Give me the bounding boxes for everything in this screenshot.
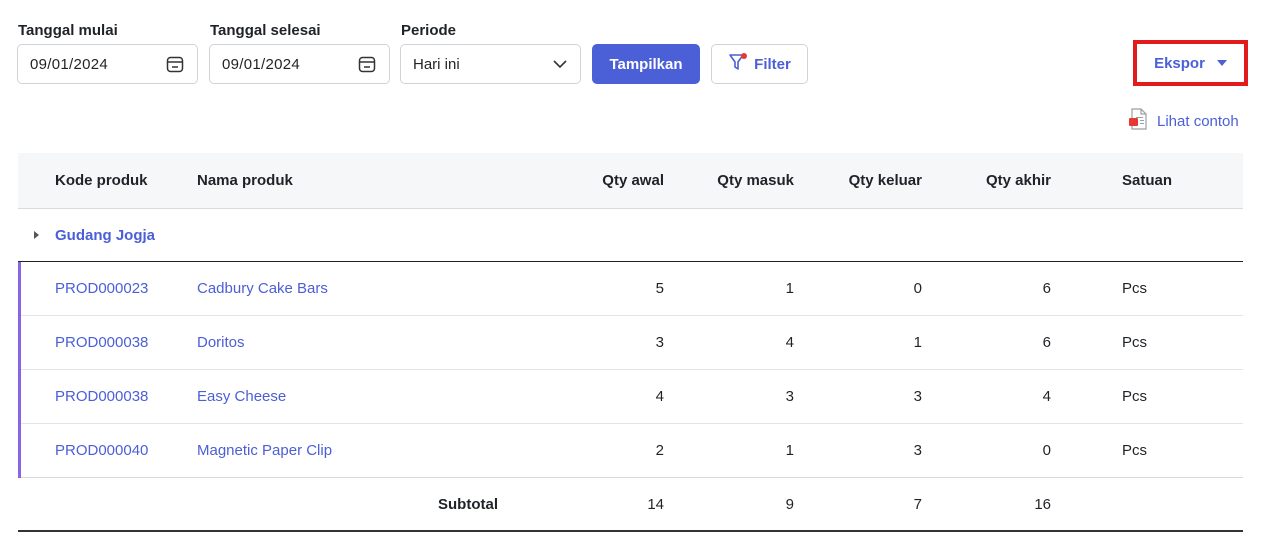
unit: Pcs (1122, 442, 1148, 459)
show-button[interactable]: Tampilkan (592, 44, 700, 84)
header-qty-in: Qty masuk (717, 172, 794, 189)
table-row: PROD000023 Cadbury Cake Bars 5 1 0 6 Pcs (21, 262, 1243, 316)
qty-start: 2 (655, 442, 664, 459)
filter-icon (728, 52, 748, 76)
stock-table: Kode produk Nama produk Qty awal Qty mas… (18, 153, 1243, 532)
table-header: Kode produk Nama produk Qty awal Qty mas… (18, 153, 1243, 209)
sample-link-label: Lihat contoh (1157, 112, 1239, 130)
header-name: Nama produk (197, 172, 293, 189)
product-name-link[interactable]: Doritos (197, 316, 245, 369)
qty-start: 5 (655, 280, 664, 297)
subtotal-qty-start: 14 (647, 495, 664, 513)
export-button[interactable]: Ekspor (1133, 40, 1248, 86)
chevron-down-icon (552, 56, 568, 73)
period-label: Periode (401, 22, 457, 39)
end-date-input[interactable]: 09/01/2024 (209, 44, 390, 84)
qty-out: 3 (913, 442, 922, 459)
period-select[interactable]: Hari ini (400, 44, 581, 84)
group-row[interactable]: Gudang Jogja (18, 209, 1243, 262)
sample-link[interactable]: Lihat contoh (1128, 108, 1239, 134)
table-row: PROD000038 Easy Cheese 4 3 3 4 Pcs (21, 370, 1243, 424)
subtotal-label: Subtotal (438, 495, 498, 513)
filter-button-label: Filter (754, 55, 791, 73)
calendar-icon[interactable] (165, 54, 185, 74)
qty-start: 3 (655, 334, 664, 351)
unit: Pcs (1122, 334, 1148, 351)
unit: Pcs (1122, 280, 1148, 297)
product-name-link[interactable]: Easy Cheese (197, 370, 286, 423)
start-date-label: Tanggal mulai (18, 22, 118, 39)
product-code-link[interactable]: PROD000040 (55, 424, 148, 477)
subtotal-row: Subtotal 14 9 7 16 (18, 478, 1243, 532)
header-qty-out: Qty keluar (848, 172, 922, 189)
qty-in: 3 (785, 388, 794, 405)
subtotal-qty-in: 9 (785, 495, 794, 513)
filter-button[interactable]: Filter (711, 44, 808, 84)
product-code-link[interactable]: PROD000038 (55, 316, 148, 369)
qty-end: 6 (1042, 334, 1051, 351)
caret-down-icon (1216, 60, 1227, 66)
qty-end: 4 (1042, 388, 1051, 405)
table-row: PROD000040 Magnetic Paper Clip 2 1 3 0 P… (21, 424, 1243, 478)
header-code: Kode produk (55, 172, 148, 189)
subtotal-qty-end: 16 (1034, 495, 1051, 513)
start-date-value: 09/01/2024 (30, 55, 109, 73)
subtotal-qty-out: 7 (913, 495, 922, 513)
pdf-file-icon (1128, 108, 1148, 134)
qty-start: 4 (655, 388, 664, 405)
period-value: Hari ini (413, 55, 460, 73)
qty-in: 1 (785, 280, 794, 297)
qty-end: 6 (1042, 280, 1051, 297)
export-label: Ekspor (1154, 54, 1205, 72)
qty-in: 1 (785, 442, 794, 459)
header-qty-end: Qty akhir (985, 172, 1051, 189)
product-name-link[interactable]: Magnetic Paper Clip (197, 424, 332, 477)
product-code-link[interactable]: PROD000023 (55, 262, 148, 315)
table-row: PROD000038 Doritos 3 4 1 6 Pcs (21, 316, 1243, 370)
unit: Pcs (1122, 388, 1148, 405)
qty-in: 4 (785, 334, 794, 351)
start-date-input[interactable]: 09/01/2024 (17, 44, 198, 84)
product-name-link[interactable]: Cadbury Cake Bars (197, 262, 328, 315)
header-unit: Satuan (1122, 172, 1173, 189)
qty-out: 3 (913, 388, 922, 405)
qty-out: 0 (913, 280, 922, 297)
group-rows: PROD000023 Cadbury Cake Bars 5 1 0 6 Pcs… (18, 262, 1243, 478)
group-name[interactable]: Gudang Jogja (55, 209, 155, 261)
end-date-value: 09/01/2024 (222, 55, 301, 73)
header-qty-start: Qty awal (602, 172, 664, 189)
expand-triangle-icon[interactable] (34, 209, 39, 261)
qty-out: 1 (913, 334, 922, 351)
product-code-link[interactable]: PROD000038 (55, 370, 148, 423)
calendar-icon[interactable] (357, 54, 377, 74)
end-date-label: Tanggal selesai (210, 22, 321, 39)
qty-end: 0 (1042, 442, 1051, 459)
